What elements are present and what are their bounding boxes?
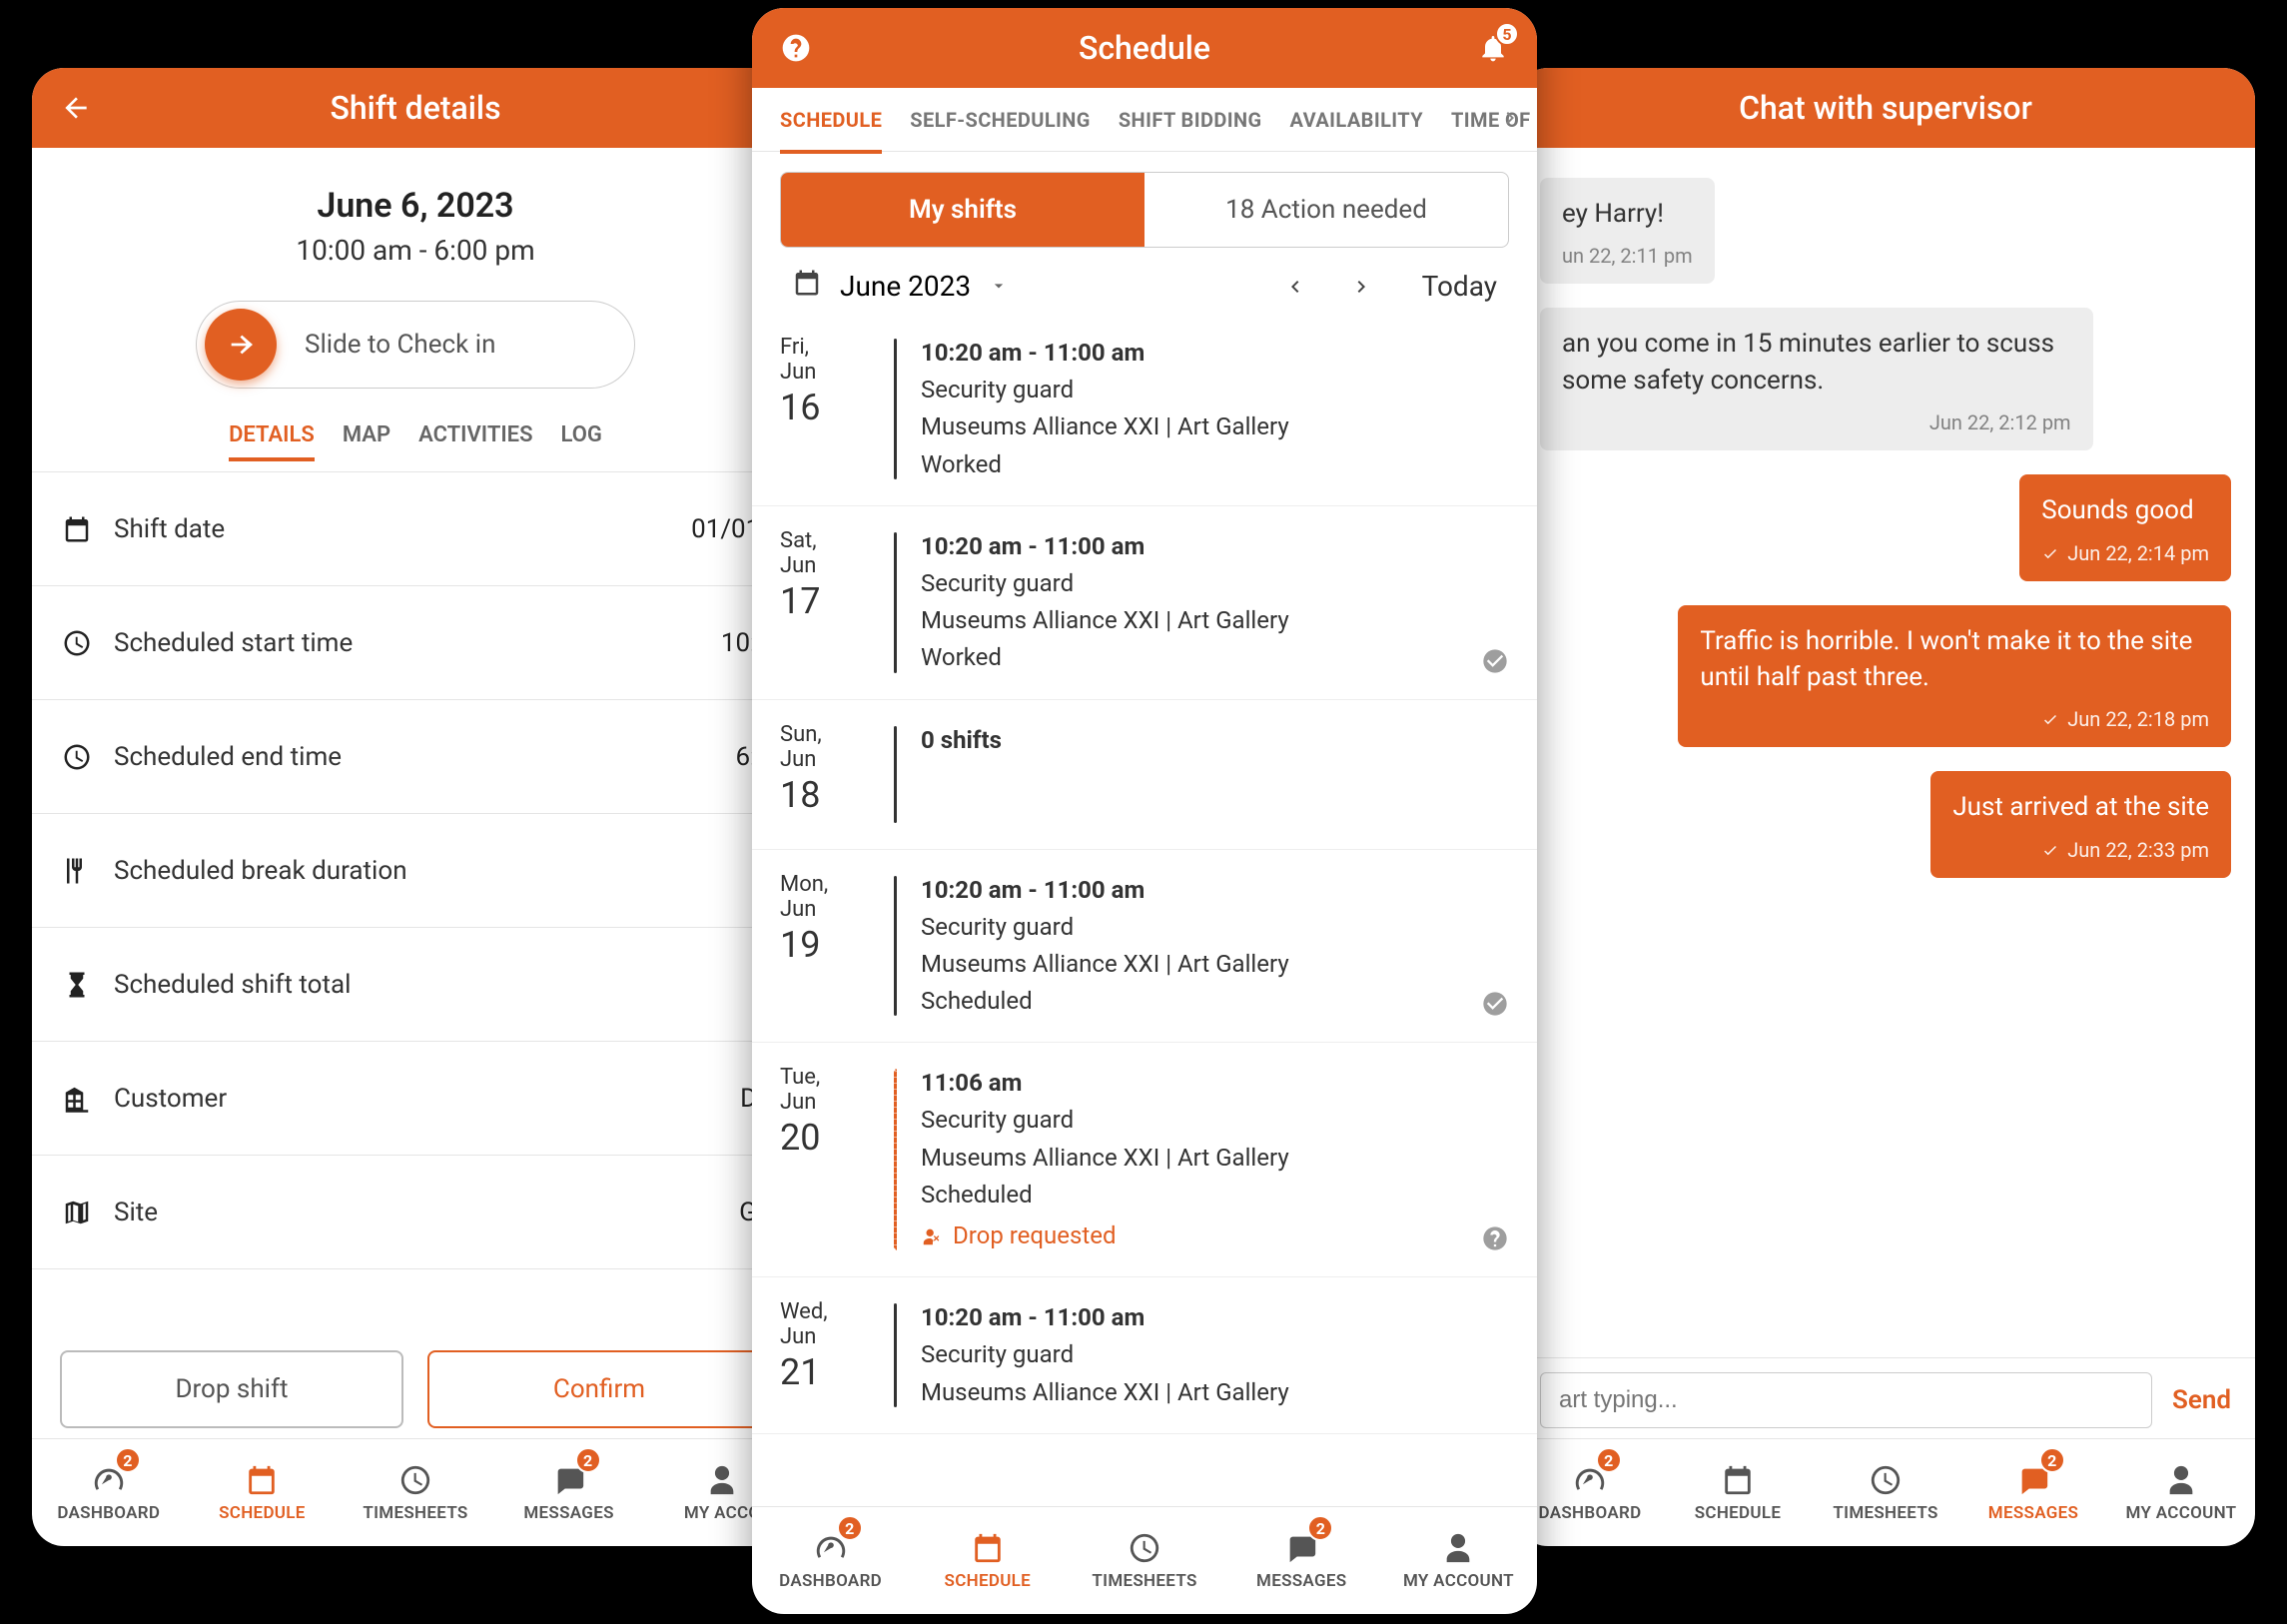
shift-item[interactable]: Fri, Jun 16 10:20 am - 11:00 am Security…: [752, 313, 1537, 506]
nav-schedule[interactable]: SCHEDULE: [186, 1439, 340, 1546]
tab-log[interactable]: LOG: [561, 422, 602, 461]
row-site: Site Ga: [32, 1156, 799, 1269]
dashboard-badge: 2: [115, 1447, 141, 1473]
today-button[interactable]: Today: [1422, 270, 1497, 303]
nav-dashboard[interactable]: DASHBOARD 2: [752, 1507, 909, 1614]
row-end-time: Scheduled end time 6:0: [32, 700, 799, 814]
bottom-nav: DASHBOARD 2 SCHEDULE TIMESHEETS MESSAGES…: [1516, 1438, 2255, 1546]
header-title: Shift details: [330, 89, 500, 127]
phone-shift-details: Shift details June 6, 2023 10:00 am - 6:…: [32, 68, 799, 1546]
nav-timesheets[interactable]: TIMESHEETS: [1812, 1439, 1959, 1546]
header-shift-details: Shift details: [32, 68, 799, 148]
header-title: Schedule: [1079, 29, 1210, 67]
confirmed-check-icon: [1481, 990, 1509, 1018]
checkin-knob-icon[interactable]: [205, 309, 277, 381]
clock-icon: [60, 740, 94, 774]
chat-message-out: Sounds good Jun 22, 2:14 pm: [2019, 474, 2231, 580]
nav-timesheets[interactable]: TIMESHEETS: [339, 1439, 492, 1546]
chat-message-in: an you come in 15 minutes earlier to scu…: [1540, 308, 2093, 450]
segment-my-shifts[interactable]: My shifts: [781, 173, 1144, 247]
row-customer: Customer De: [32, 1042, 799, 1156]
nav-account[interactable]: MY ACCOUNT: [2107, 1439, 2255, 1546]
shift-subtabs: DETAILS MAP ACTIVITIES LOG: [32, 422, 799, 461]
prev-month-icon[interactable]: [1282, 275, 1306, 299]
help-icon[interactable]: [776, 28, 816, 68]
row-shift-date: Shift date 01/01/: [32, 472, 799, 586]
drop-shift-button[interactable]: Drop shift: [60, 1350, 403, 1428]
shift-item[interactable]: Sat, Jun 17 10:20 am - 11:00 am Security…: [752, 506, 1537, 700]
month-label[interactable]: June 2023: [840, 270, 971, 303]
checkin-label: Slide to Check in: [305, 330, 495, 360]
month-dropdown-icon[interactable]: [989, 270, 1009, 303]
tab-activities[interactable]: ACTIVITIES: [418, 422, 532, 461]
slide-to-checkin[interactable]: Slide to Check in: [196, 301, 635, 389]
building-icon: [60, 1082, 94, 1116]
nav-messages[interactable]: MESSAGES 2: [492, 1439, 646, 1546]
drop-request-icon: [921, 1225, 943, 1247]
confirmed-check-icon: [1481, 647, 1509, 675]
segment-action-needed[interactable]: 18 Action needed: [1144, 173, 1508, 247]
row-break: Scheduled break duration: [32, 814, 799, 928]
bottom-nav: DASHBOARD 2 SCHEDULE TIMESHEETS MESSAGES…: [32, 1438, 799, 1546]
phone-chat: Chat with supervisor ey Harry! un 22, 2:…: [1516, 68, 2255, 1546]
chat-input-bar: Send: [1516, 1357, 2255, 1438]
nav-dashboard[interactable]: DASHBOARD 2: [1516, 1439, 1664, 1546]
messages-badge: 2: [575, 1447, 601, 1473]
nav-schedule[interactable]: SCHEDULE: [909, 1507, 1066, 1614]
bell-icon[interactable]: 5: [1473, 28, 1513, 68]
map-icon: [60, 1196, 94, 1229]
chat-text-input[interactable]: [1540, 1372, 2152, 1428]
nav-account[interactable]: MY ACCOUNT: [1380, 1507, 1537, 1614]
delivered-check-icon: [2041, 544, 2059, 562]
detail-rows: Shift date 01/01/ Scheduled start time 1…: [32, 471, 799, 1330]
chat-message-out: Just arrived at the site Jun 22, 2:33 pm: [1930, 771, 2231, 877]
calendar-icon[interactable]: [792, 268, 822, 305]
segment-control: My shifts 18 Action needed: [780, 172, 1509, 248]
bottom-nav: DASHBOARD 2 SCHEDULE TIMESHEETS MESSAGES…: [752, 1506, 1537, 1614]
send-button[interactable]: Send: [2172, 1385, 2231, 1415]
shift-time-range: 10:00 am - 6:00 pm: [32, 234, 799, 267]
nav-timesheets[interactable]: TIMESHEETS: [1066, 1507, 1222, 1614]
nav-messages[interactable]: MESSAGES 2: [1223, 1507, 1380, 1614]
chat-thread: ey Harry! un 22, 2:11 pm an you come in …: [1516, 148, 2255, 1357]
utensils-icon: [60, 854, 94, 888]
shift-date-title: June 6, 2023: [32, 186, 799, 226]
phone-schedule: Schedule 5 SCHEDULE SELF-SCHEDULING SHIF…: [752, 8, 1537, 1614]
calendar-icon: [60, 512, 94, 546]
nav-dashboard[interactable]: DASHBOARD 2: [32, 1439, 186, 1546]
header-chat: Chat with supervisor: [1516, 68, 2255, 148]
row-start-time: Scheduled start time 10:0: [32, 586, 799, 700]
delivered-check-icon: [2041, 841, 2059, 859]
tabs-scroll-right-icon[interactable]: [1499, 106, 1527, 134]
tab-availability[interactable]: AVAILABILITY: [1290, 108, 1423, 132]
shift-item[interactable]: Tue, Jun 20 11:06 am Security guard Muse…: [752, 1043, 1537, 1277]
chat-message-out: Traffic is horrible. I won't make it to …: [1678, 605, 2231, 748]
tab-details[interactable]: DETAILS: [229, 422, 315, 461]
hourglass-icon: [60, 968, 94, 1002]
chat-message-in: ey Harry! un 22, 2:11 pm: [1540, 178, 1715, 284]
month-bar: June 2023 Today: [752, 248, 1537, 313]
shift-item[interactable]: Sun, Jun 18 0 shifts: [752, 700, 1537, 850]
next-month-icon[interactable]: [1350, 275, 1374, 299]
confirm-button[interactable]: Confirm: [427, 1350, 771, 1428]
header-schedule: Schedule 5: [752, 8, 1537, 88]
tab-map[interactable]: MAP: [343, 422, 390, 461]
back-icon[interactable]: [56, 88, 96, 128]
shift-item[interactable]: Wed, Jun 21 10:20 am - 11:00 am Security…: [752, 1277, 1537, 1434]
shift-item[interactable]: Mon, Jun 19 10:20 am - 11:00 am Security…: [752, 850, 1537, 1044]
tab-self-scheduling[interactable]: SELF-SCHEDULING: [910, 108, 1091, 132]
shift-list: Fri, Jun 16 10:20 am - 11:00 am Security…: [752, 313, 1537, 1506]
delivered-check-icon: [2041, 710, 2059, 728]
help-icon[interactable]: [1481, 1224, 1509, 1252]
nav-schedule[interactable]: SCHEDULE: [1664, 1439, 1812, 1546]
schedule-tabs: SCHEDULE SELF-SCHEDULING SHIFT BIDDING A…: [752, 88, 1537, 152]
tab-schedule[interactable]: SCHEDULE: [780, 86, 882, 154]
row-total: Scheduled shift total: [32, 928, 799, 1042]
tab-shift-bidding[interactable]: SHIFT BIDDING: [1119, 108, 1262, 132]
header-title: Chat with supervisor: [1739, 89, 2032, 127]
nav-messages[interactable]: MESSAGES 2: [1959, 1439, 2107, 1546]
clock-icon: [60, 626, 94, 660]
bell-badge: 5: [1495, 22, 1519, 46]
